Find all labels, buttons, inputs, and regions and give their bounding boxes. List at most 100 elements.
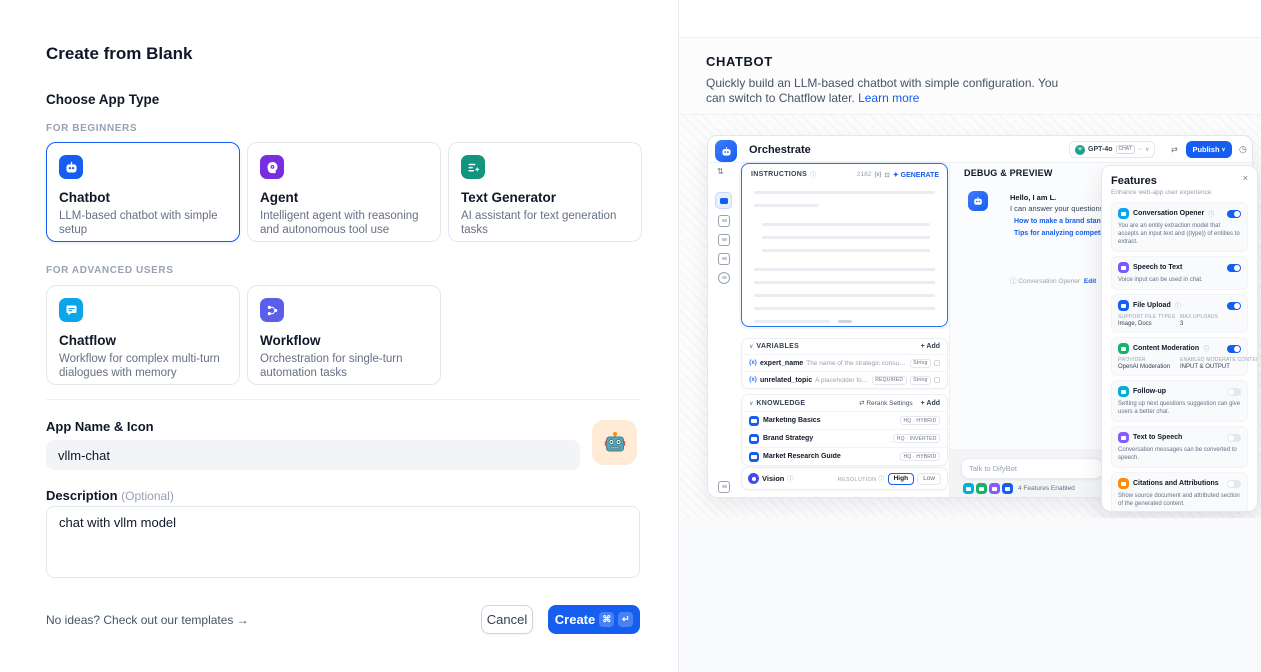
rail-logs-icon[interactable]: [718, 234, 730, 246]
meta-value: OpenAI Moderation: [1118, 364, 1180, 370]
resize-handle[interactable]: [838, 320, 852, 323]
meta-value: Image, Docs: [1118, 321, 1180, 327]
feature-title: File Upload: [1133, 302, 1171, 309]
edit-opener-link[interactable]: Edit: [1084, 278, 1096, 285]
feature-toggle[interactable]: [1227, 480, 1241, 488]
choose-app-type-heading: Choose App Type: [46, 92, 159, 107]
info-icon: ⓘ: [878, 477, 884, 483]
resolution-label: RESOLUTION ⓘ: [838, 474, 885, 483]
app-type-card-agent[interactable]: Agent Intelligent agent with reasoning a…: [247, 142, 441, 242]
rail-swap-icon[interactable]: ⇅: [717, 167, 724, 176]
rail-orchestrate-icon[interactable]: [715, 192, 732, 209]
create-app-screen: Create from Blank Choose App Type FOR BE…: [0, 0, 1261, 672]
enabled-features-row: 4 Features Enabled: [963, 483, 1075, 494]
create-button[interactable]: Create ⌘ ↵: [548, 605, 640, 634]
app-name-input[interactable]: [46, 440, 580, 470]
for-beginners-label: FOR BEGINNERS: [46, 123, 137, 134]
app-type-preview-panel: CHATBOT Quickly build an LLM-based chatb…: [679, 0, 1261, 672]
citations-icon: [1118, 478, 1129, 489]
resolution-high-button[interactable]: High: [888, 473, 914, 485]
preview-title: CHATBOT: [706, 54, 1261, 69]
meta-value: 3: [1180, 321, 1241, 327]
rerank-settings-button[interactable]: ⇄ Rerank Settings: [859, 399, 913, 407]
feature-toggle[interactable]: [1227, 434, 1241, 442]
modal-footer: No ideas? Check out our templates → Canc…: [46, 605, 640, 634]
feature-toggle[interactable]: [1227, 388, 1241, 396]
feature-toggle[interactable]: [1227, 264, 1241, 272]
feature-citations: Citations and Attributions Show source d…: [1111, 472, 1248, 512]
text-to-speech-icon: [1118, 432, 1129, 443]
variable-settings-icon[interactable]: [934, 377, 940, 383]
chat-input[interactable]: Talk to DifyBot: [961, 458, 1103, 479]
dataset-name: Brand Strategy: [763, 435, 889, 442]
knowledge-row[interactable]: Brand Strategy HQ · INVERTED: [742, 429, 947, 447]
resolution-label-text: RESOLUTION: [838, 477, 877, 483]
rail-collapse-icon[interactable]: [718, 481, 730, 493]
app-type-card-workflow[interactable]: Workflow Orchestration for single-turn a…: [247, 285, 441, 385]
feature-title: Citations and Attributions: [1133, 480, 1219, 487]
description-textarea[interactable]: [46, 506, 640, 578]
cancel-button[interactable]: Cancel: [481, 605, 533, 634]
feature-toggle[interactable]: [1227, 210, 1241, 218]
variable-desc: The name of the strategic consulting...: [806, 360, 907, 367]
close-icon[interactable]: ×: [1243, 173, 1248, 183]
variable-icon: {x}: [749, 360, 757, 366]
add-knowledge-button[interactable]: + Add: [921, 400, 940, 407]
templates-link[interactable]: No ideas? Check out our templates →: [46, 613, 249, 627]
app-name-label: App Name & Icon: [46, 419, 154, 434]
feature-title: Content Moderation: [1133, 345, 1199, 352]
feature-content-moderation: Content Moderation ⓘ PROVIDER OpenAI Mod…: [1111, 337, 1248, 376]
add-variable-button[interactable]: + Add: [921, 343, 940, 350]
char-count: 2182: [857, 171, 871, 178]
app-type-card-chatflow[interactable]: Chatflow Workflow for complex multi-turn…: [46, 285, 240, 385]
instructions-header: INSTRUCTIONS ⓘ 2182 {x} ⊡ ✦ GENERATE: [742, 164, 947, 179]
knowledge-row[interactable]: Market Research Guide HQ · HYBRID: [742, 447, 947, 465]
chevron-down-icon[interactable]: ∨: [749, 400, 753, 407]
rail-preview-icon[interactable]: [718, 215, 730, 227]
card-title: Text Generator: [461, 190, 629, 205]
feature-toggle[interactable]: [1227, 345, 1241, 353]
chevron-down-icon[interactable]: ∨: [749, 343, 753, 350]
learn-more-link[interactable]: Learn more: [858, 91, 919, 105]
knowledge-row[interactable]: Marketing Basics HQ · HYBRID: [742, 411, 947, 429]
conversation-opener-icon: [1118, 208, 1129, 219]
moderation-shield-icon: [1118, 343, 1129, 354]
rail-settings-icon[interactable]: [718, 272, 730, 284]
chevron-down-icon: ∨: [1145, 146, 1149, 153]
variables-icon[interactable]: {x}: [874, 172, 881, 178]
feature-toggle[interactable]: [1227, 302, 1241, 310]
meta-value: INPUT & OUTPUT: [1180, 364, 1258, 370]
conversation-opener-label: Conversation Opener: [1018, 278, 1080, 285]
variable-desc: A placeholder for topics...: [815, 377, 869, 384]
feature-follow-up: Follow-up Setting up next questions sugg…: [1111, 380, 1248, 422]
model-selector[interactable]: ✳ GPT-4o CHAT ◦◦ ∨: [1069, 141, 1155, 158]
publish-button[interactable]: Publish ∨: [1186, 141, 1232, 158]
variable-row[interactable]: {x} unrelated_topic A placeholder for to…: [742, 371, 947, 388]
generate-button[interactable]: ✦ GENERATE: [893, 171, 939, 179]
dataset-badge: HQ · HYBRID: [900, 416, 940, 425]
variable-icon: {x}: [749, 377, 757, 383]
app-icon-picker[interactable]: [592, 420, 637, 465]
folder-icon: [1118, 300, 1129, 311]
app-type-card-chatbot[interactable]: Chatbot LLM-based chatbot with simple se…: [46, 142, 240, 242]
publish-label: Publish: [1192, 145, 1219, 154]
variable-name: unrelated_topic: [760, 377, 812, 384]
copy-icon[interactable]: ⊡: [884, 171, 889, 179]
rail-annotation-icon[interactable]: [718, 253, 730, 265]
variable-type-badge: String: [910, 376, 931, 385]
file-feature-icon: [1002, 483, 1013, 494]
variable-row[interactable]: {x} expert_name The name of the strategi…: [742, 354, 947, 371]
variable-settings-icon[interactable]: [934, 360, 940, 366]
text-generator-icon: [461, 155, 485, 179]
model-swap-icon[interactable]: ⇄: [1171, 145, 1178, 154]
instructions-label: INSTRUCTIONS: [751, 171, 807, 178]
history-icon[interactable]: ◷: [1239, 144, 1247, 155]
app-type-card-text-generator[interactable]: Text Generator AI assistant for text gen…: [448, 142, 642, 242]
features-panel: Features × Enhance web-app user experien…: [1101, 165, 1258, 512]
meta-key: MAX UPLOADS: [1180, 314, 1241, 320]
variable-name: expert_name: [760, 360, 803, 367]
resolution-low-button[interactable]: Low: [917, 473, 941, 485]
feature-file-upload: File Upload ⓘ SUPPORT FILE TYPES Image, …: [1111, 294, 1248, 333]
card-desc: Intelligent agent with reasoning and aut…: [260, 209, 428, 237]
feature-title: Conversation Opener: [1133, 210, 1204, 217]
